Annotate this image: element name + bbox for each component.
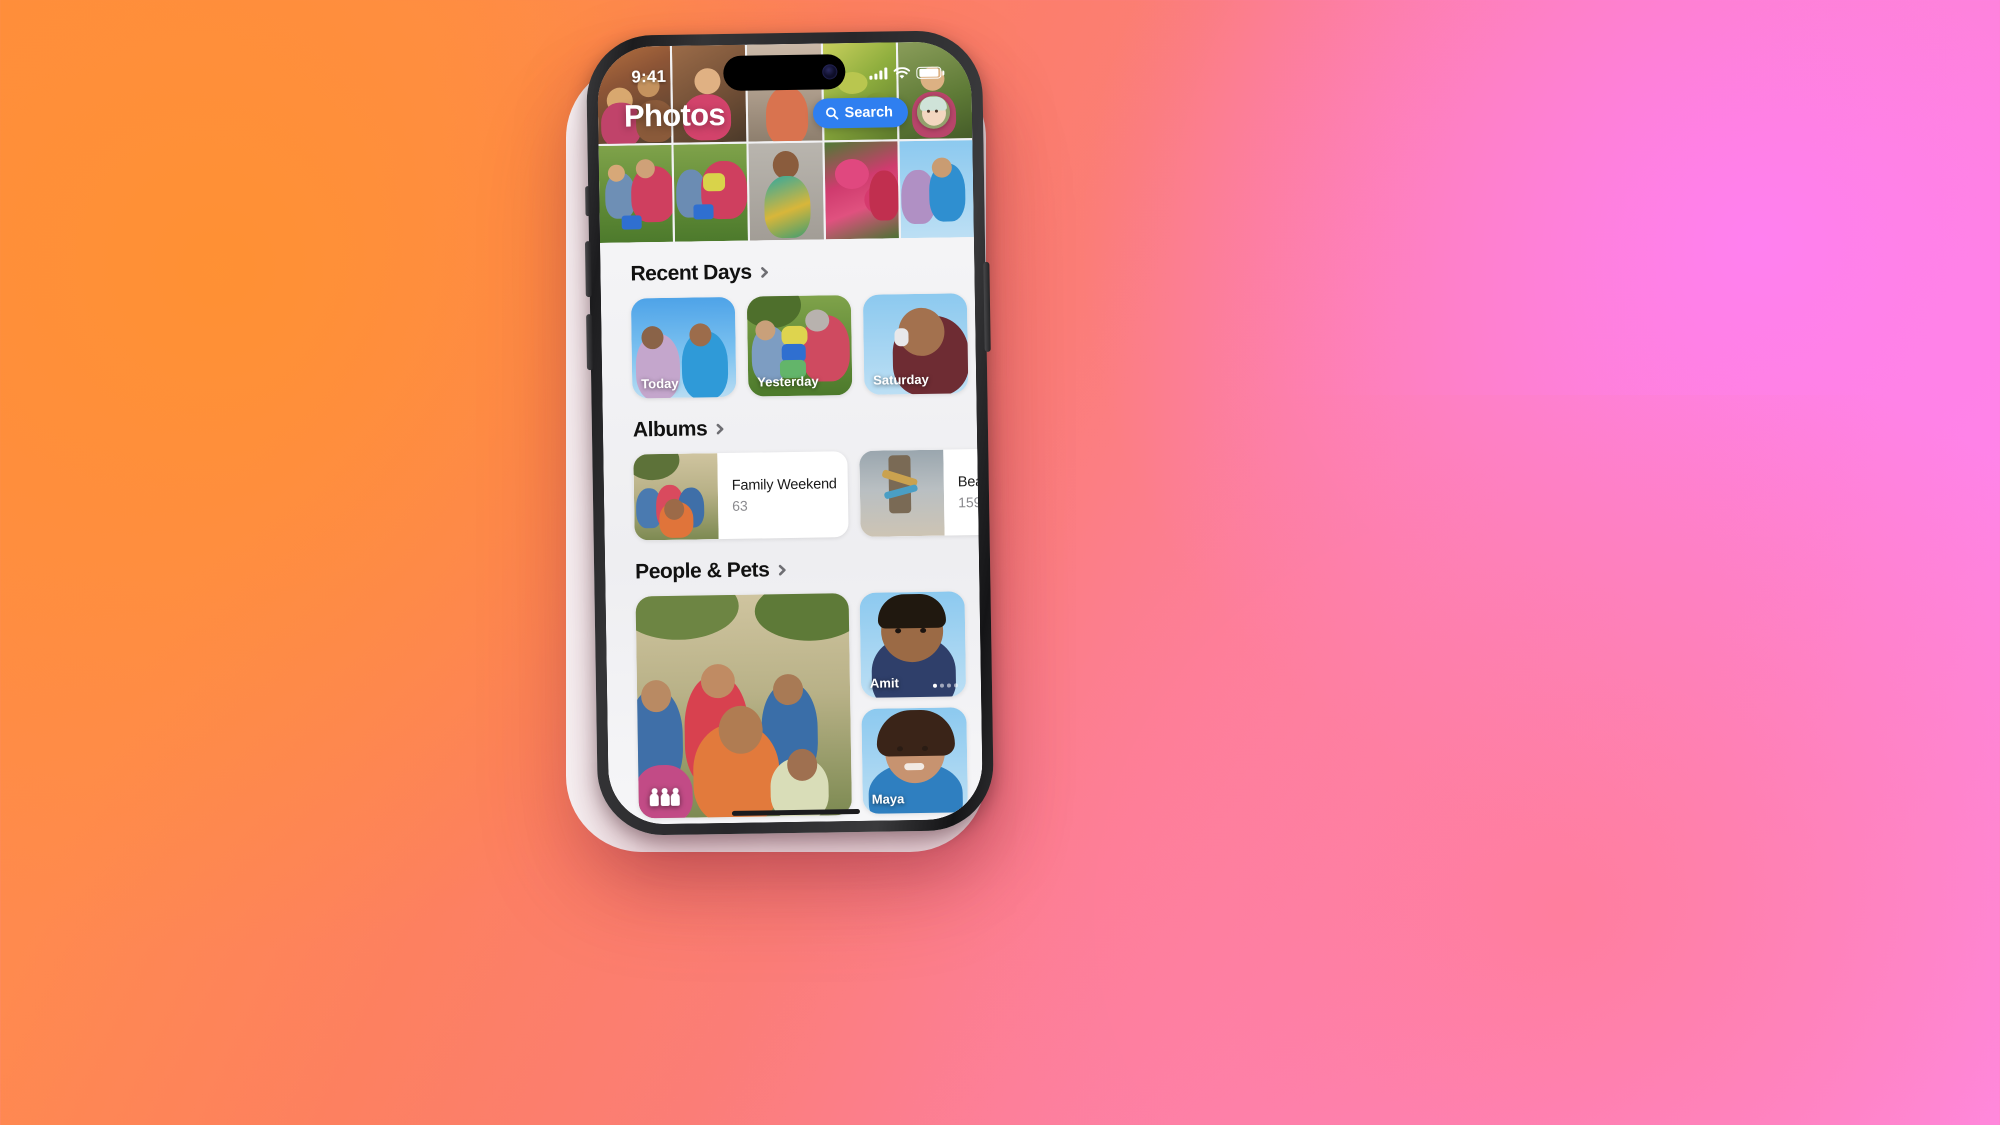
phone-screen: 9:41 Photos Search Recent Days Today Yes…: [596, 41, 984, 825]
section-header-people-pets[interactable]: People & Pets: [605, 535, 980, 597]
volume-up-button[interactable]: [584, 241, 592, 298]
person-card[interactable]: Amit: [859, 591, 967, 698]
recent-days-row[interactable]: Today Yesterday Saturday: [601, 291, 984, 399]
photo-thumb[interactable]: [598, 144, 674, 243]
album-name: Beach: [957, 473, 984, 491]
album-count: 63: [732, 497, 748, 514]
app-header: Photos Search: [598, 93, 973, 135]
people-group-icon: [649, 792, 680, 807]
section-header-recent-days[interactable]: Recent Days: [600, 237, 975, 299]
people-column: Amit Maya: [859, 591, 968, 815]
volume-down-button[interactable]: [586, 314, 593, 371]
recent-day-card[interactable]: [978, 291, 984, 394]
avatar[interactable]: [916, 94, 951, 129]
dynamic-island: [723, 54, 846, 92]
person-name: Maya: [871, 791, 905, 807]
search-icon: [825, 107, 838, 120]
album-card[interactable]: Beach 159: [859, 447, 984, 537]
photo-thumb[interactable]: [748, 142, 824, 241]
header-actions: Search: [812, 94, 951, 130]
album-meta: Beach 159: [943, 448, 983, 536]
front-camera-icon: [822, 64, 838, 80]
recent-day-card[interactable]: Today: [630, 296, 737, 399]
album-meta: Family Weekend 63: [717, 451, 848, 539]
chevron-right-icon: [716, 423, 724, 435]
chevron-right-icon: [761, 267, 769, 278]
recent-day-label: Today: [641, 375, 679, 392]
section-title: Albums: [632, 417, 708, 442]
page-dots: [932, 683, 959, 688]
album-card[interactable]: Family Weekend 63: [633, 451, 849, 541]
device-bezel: 9:41 Photos Search Recent Days Today Yes…: [596, 41, 984, 825]
wifi-icon: [893, 66, 911, 79]
background-wash-pink: [1010, 0, 2000, 930]
hero-photo-grid[interactable]: 9:41 Photos Search: [596, 41, 974, 243]
signal-bars-icon: [869, 67, 888, 80]
recent-day-card[interactable]: Saturday: [862, 293, 969, 395]
photo-thumb[interactable]: [673, 143, 749, 242]
people-pets-row[interactable]: Amit Maya: [606, 591, 983, 819]
section-title: People & Pets: [634, 558, 770, 584]
status-indicators: [869, 66, 942, 80]
search-button[interactable]: Search: [812, 97, 909, 129]
content-scroll-area[interactable]: Recent Days Today Yesterday Saturday Alb…: [599, 237, 984, 825]
recent-day-card[interactable]: Yesterday: [746, 295, 853, 397]
section-header-albums[interactable]: Albums: [602, 393, 977, 455]
person-card[interactable]: Maya: [861, 707, 968, 814]
section-title: Recent Days: [630, 260, 752, 286]
iphone-device-mockup: 9:41 Photos Search Recent Days Today Yes…: [584, 29, 995, 837]
album-thumbnail: [633, 453, 719, 541]
photo-thumb[interactable]: [824, 141, 899, 240]
people-group-card[interactable]: [635, 593, 853, 819]
recent-day-label: Saturday: [873, 371, 929, 388]
background-wash-coral: [850, 395, 2000, 1125]
chevron-right-icon: [778, 564, 786, 576]
search-button-label: Search: [844, 104, 894, 122]
photo-thumb[interactable]: [899, 140, 974, 239]
album-thumbnail: [859, 449, 945, 537]
album-name: Family Weekend: [731, 476, 837, 494]
power-button[interactable]: [983, 261, 991, 352]
silent-switch[interactable]: [585, 186, 591, 217]
albums-row[interactable]: Family Weekend 63 Beach 159: [603, 447, 984, 541]
recent-day-label: Yesterday: [757, 373, 819, 390]
battery-icon: [916, 66, 942, 80]
page-title: Photos: [623, 96, 726, 134]
person-name: Amit: [869, 675, 899, 691]
status-time: 9:41: [631, 66, 667, 87]
album-count: 159: [957, 494, 982, 511]
